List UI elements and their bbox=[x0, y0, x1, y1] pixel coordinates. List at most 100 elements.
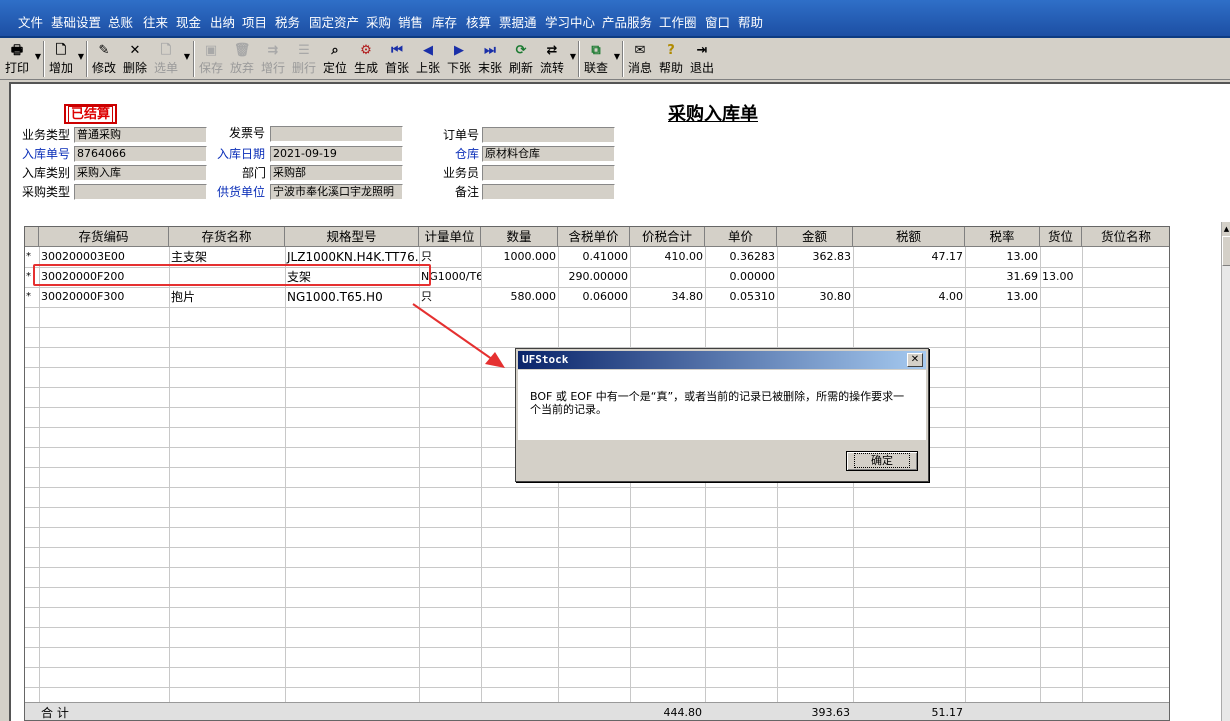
menu-item-16[interactable]: 工作圈 bbox=[659, 12, 697, 31]
modify-button[interactable]: ✎ 修改 bbox=[90, 40, 118, 77]
grid-cell-code[interactable]: 30020000F300 bbox=[39, 287, 169, 307]
grid-cell-tax-price[interactable]: 0.06000 bbox=[558, 287, 630, 307]
select-button[interactable]: 🗋 选单 bbox=[152, 40, 180, 77]
grid-cell-loc[interactable] bbox=[1040, 287, 1082, 307]
scroll-up-arrow[interactable]: ▲ bbox=[1222, 222, 1230, 236]
row-marker[interactable]: * bbox=[26, 267, 31, 287]
menu-item-4[interactable]: 现金 bbox=[176, 12, 201, 31]
prev-record-button[interactable]: ◀ 上张 bbox=[414, 40, 442, 77]
add-button[interactable]: 🗋 增加 bbox=[47, 40, 75, 77]
grid-cell-tax-price[interactable]: 0.41000 bbox=[558, 247, 630, 267]
grid-cell-tax[interactable]: 4.00 bbox=[853, 287, 965, 307]
menu-item-14[interactable]: 学习中心 bbox=[545, 12, 595, 31]
grid-cell-qty[interactable]: 1000.000 bbox=[481, 247, 558, 267]
grid-header-col[interactable]: 存货编码 bbox=[39, 227, 169, 247]
menu-item-2[interactable]: 总账 bbox=[108, 12, 133, 31]
delete-row-button[interactable]: ☰ 删行 bbox=[290, 40, 318, 77]
menu-item-6[interactable]: 项目 bbox=[242, 12, 267, 31]
receipt-category-field[interactable]: 采购入库 bbox=[74, 165, 207, 181]
grid-cell-amount[interactable]: 362.83 bbox=[777, 247, 853, 267]
menu-item-3[interactable]: 往来 bbox=[143, 12, 168, 31]
grid-header-col[interactable]: 税额 bbox=[853, 227, 965, 247]
grid-cell-amount[interactable]: 30.80 bbox=[777, 287, 853, 307]
grid-header-col[interactable]: 价税合计 bbox=[630, 227, 705, 247]
menu-item-0[interactable]: 文件 bbox=[18, 12, 43, 31]
abandon-button[interactable]: 🗑 放弃 bbox=[228, 40, 256, 77]
warehouse-field[interactable]: 原材料仓库 bbox=[482, 146, 615, 162]
grid-header-col[interactable]: 存货名称 bbox=[169, 227, 285, 247]
menu-item-5[interactable]: 出纳 bbox=[210, 12, 235, 31]
exit-button[interactable]: ⇥ 退出 bbox=[688, 40, 716, 77]
next-record-button[interactable]: ▶ 下张 bbox=[445, 40, 473, 77]
grid-cell-loc[interactable]: 13.00 bbox=[1040, 267, 1082, 287]
print-dropdown-arrow[interactable]: ▼ bbox=[34, 52, 42, 64]
linked-query-button[interactable]: ⧉ 联查 bbox=[582, 40, 610, 77]
generate-button[interactable]: ⚙ 生成 bbox=[352, 40, 380, 77]
receipt-date-field[interactable]: 2021-09-19 bbox=[270, 146, 403, 162]
supplier-field[interactable]: 宁波市奉化溪口宇龙照明 bbox=[270, 184, 403, 200]
grid-cell-total[interactable]: 34.80 bbox=[630, 287, 705, 307]
grid-cell-price[interactable]: 0.00000 bbox=[705, 267, 777, 287]
grid-header-col[interactable]: 税率 bbox=[965, 227, 1040, 247]
menu-item-11[interactable]: 库存 bbox=[432, 12, 457, 31]
message-button[interactable]: ✉ 消息 bbox=[626, 40, 654, 77]
salesperson-field[interactable] bbox=[482, 165, 615, 181]
grid-header-col[interactable]: 数量 bbox=[481, 227, 558, 247]
grid-cell-tax[interactable]: 47.17 bbox=[853, 247, 965, 267]
menu-item-8[interactable]: 固定资产 bbox=[309, 12, 359, 31]
grid-cell-tax[interactable] bbox=[853, 267, 965, 287]
menu-item-9[interactable]: 采购 bbox=[366, 12, 391, 31]
save-button[interactable]: ▣ 保存 bbox=[197, 40, 225, 77]
close-icon[interactable]: ✕ bbox=[907, 353, 923, 367]
business-type-field[interactable]: 普通采购 bbox=[74, 127, 207, 143]
grid-cell-spec[interactable]: NG1000.T65.H0 bbox=[285, 287, 419, 307]
grid-cell-qty[interactable] bbox=[481, 267, 558, 287]
grid-cell-amount[interactable] bbox=[777, 267, 853, 287]
scroll-thumb[interactable] bbox=[1222, 236, 1230, 266]
grid-cell-rate[interactable]: 31.69 bbox=[965, 267, 1040, 287]
row-marker[interactable]: * bbox=[26, 247, 31, 267]
menu-item-15[interactable]: 产品服务 bbox=[602, 12, 652, 31]
grid-cell-total[interactable]: 410.00 bbox=[630, 247, 705, 267]
grid-header-col[interactable]: 货位名称 bbox=[1082, 227, 1169, 247]
grid-cell-price[interactable]: 0.05310 bbox=[705, 287, 777, 307]
department-field[interactable]: 采购部 bbox=[270, 165, 403, 181]
grid-cell-loc[interactable] bbox=[1040, 247, 1082, 267]
grid-cell-rate[interactable]: 13.00 bbox=[965, 247, 1040, 267]
grid-header-col[interactable]: 计量单位 bbox=[419, 227, 481, 247]
grid-header-col[interactable]: 规格型号 bbox=[285, 227, 419, 247]
grid-header-col[interactable]: 货位 bbox=[1040, 227, 1082, 247]
refresh-button[interactable]: ⟳ 刷新 bbox=[507, 40, 535, 77]
menu-item-7[interactable]: 税务 bbox=[275, 12, 300, 31]
last-record-button[interactable]: ⏭ 末张 bbox=[476, 40, 504, 77]
invoice-no-field[interactable] bbox=[270, 126, 403, 142]
menu-item-18[interactable]: 帮助 bbox=[738, 12, 763, 31]
remark-field[interactable] bbox=[482, 184, 615, 200]
purchase-type-field[interactable] bbox=[74, 184, 207, 200]
delete-button[interactable]: ✕ 删除 bbox=[121, 40, 149, 77]
grid-header-col[interactable]: 含税单价 bbox=[558, 227, 630, 247]
menu-item-12[interactable]: 核算 bbox=[466, 12, 491, 31]
linked-query-dropdown-arrow[interactable]: ▼ bbox=[613, 52, 621, 64]
add-row-button[interactable]: ⇉ 增行 bbox=[259, 40, 287, 77]
help-button[interactable]: ? 帮助 bbox=[657, 40, 685, 77]
flow-button[interactable]: ⇄ 流转 bbox=[538, 40, 566, 77]
menu-item-10[interactable]: 销售 bbox=[398, 12, 423, 31]
locate-button[interactable]: ⌕ 定位 bbox=[321, 40, 349, 77]
menu-item-17[interactable]: 窗口 bbox=[705, 12, 730, 31]
order-no-field[interactable] bbox=[482, 127, 615, 143]
grid-cell-tax-price[interactable]: 290.00000 bbox=[558, 267, 630, 287]
grid-cell-name[interactable]: 抱片 bbox=[169, 287, 285, 307]
grid-cell-loc-name[interactable] bbox=[1082, 247, 1169, 267]
first-record-button[interactable]: ⏮ 首张 bbox=[383, 40, 411, 77]
row-marker[interactable]: * bbox=[26, 287, 31, 307]
select-dropdown-arrow[interactable]: ▼ bbox=[183, 52, 191, 64]
print-button[interactable]: 🖶 打印 bbox=[2, 40, 32, 77]
ok-button[interactable]: 确定 bbox=[846, 451, 918, 471]
grid-cell-total[interactable] bbox=[630, 267, 705, 287]
menu-item-13[interactable]: 票据通 bbox=[499, 12, 537, 31]
add-dropdown-arrow[interactable]: ▼ bbox=[77, 52, 85, 64]
flow-dropdown-arrow[interactable]: ▼ bbox=[569, 52, 577, 64]
grid-cell-price[interactable]: 0.36283 bbox=[705, 247, 777, 267]
grid-cell-loc-name[interactable] bbox=[1082, 287, 1169, 307]
